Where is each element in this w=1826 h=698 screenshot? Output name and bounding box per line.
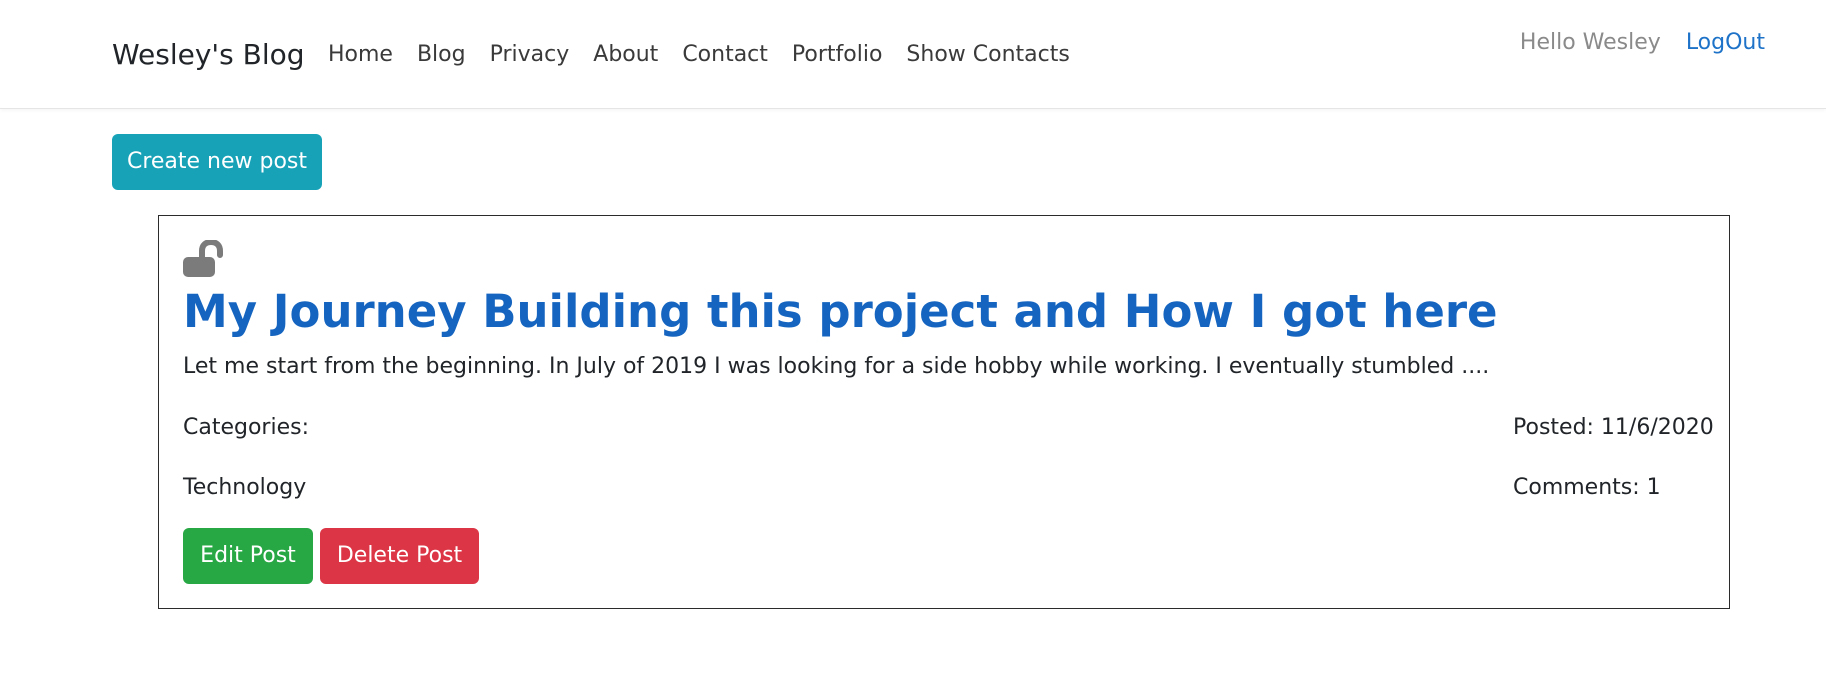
comment-count: Comments: 1	[1513, 475, 1661, 500]
nav-link-portfolio[interactable]: Portfolio	[792, 40, 883, 70]
nav-link-about[interactable]: About	[593, 40, 658, 70]
nav-link-contact[interactable]: Contact	[682, 40, 768, 70]
post-card: My Journey Building this project and How…	[158, 215, 1730, 609]
logout-link[interactable]: LogOut	[1686, 28, 1765, 58]
posted-date: Posted: 11/6/2020	[1513, 415, 1714, 440]
main-navigation: Home Blog Privacy About Contact Portfoli…	[328, 40, 1070, 70]
top-navbar: Wesley's Blog Home Blog Privacy About Co…	[0, 0, 1826, 109]
delete-post-button[interactable]: Delete Post	[320, 528, 479, 584]
unlock-icon	[183, 238, 225, 278]
category-technology: Technology	[183, 475, 307, 500]
nav-link-blog[interactable]: Blog	[417, 40, 466, 70]
user-greeting: Hello Wesley	[1519, 30, 1661, 55]
post-title-link[interactable]: My Journey Building this project and How…	[183, 284, 1498, 340]
post-excerpt: Let me start from the beginning. In July…	[183, 354, 1490, 379]
user-area: Hello Wesley LogOut	[1520, 28, 1765, 58]
nav-link-home[interactable]: Home	[328, 40, 393, 70]
nav-link-privacy[interactable]: Privacy	[490, 40, 570, 70]
blog-brand-link[interactable]: Wesley's Blog	[112, 37, 305, 73]
create-new-post-button[interactable]: Create new post	[112, 134, 322, 190]
categories-label: Categories:	[183, 415, 309, 440]
nav-link-show-contacts[interactable]: Show Contacts	[906, 40, 1069, 70]
edit-post-button[interactable]: Edit Post	[183, 528, 313, 584]
